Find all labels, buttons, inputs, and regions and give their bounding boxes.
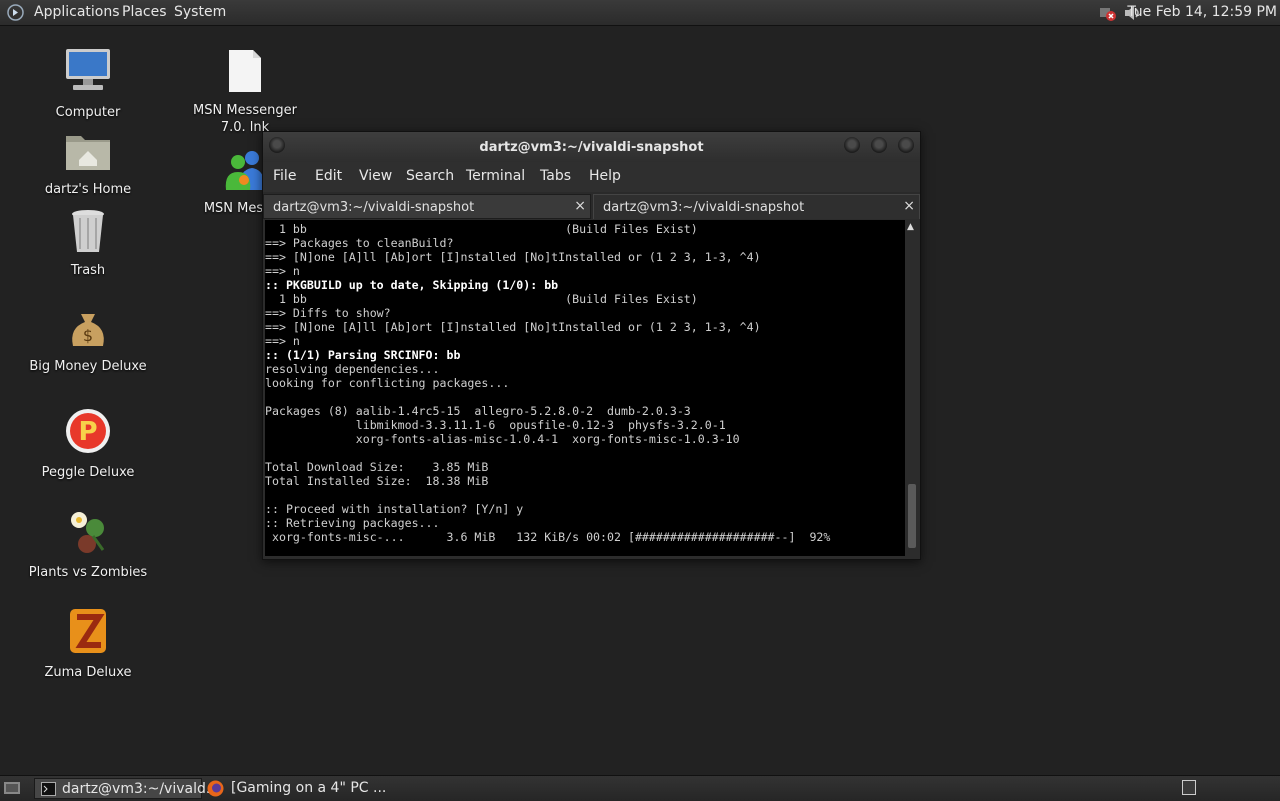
close-icon[interactable]: × (574, 198, 586, 214)
terminal-line: ==> [N]one [A]ll [Ab]ort [I]nstalled [No… (265, 250, 761, 264)
window-titlebar[interactable]: dartz@vm3:~/vivaldi-snapshot (263, 132, 920, 162)
terminal-line: xorg-fonts-alias-misc-1.0.4-1 xorg-fonts… (265, 432, 740, 446)
window-title: dartz@vm3:~/vivaldi-snapshot (479, 140, 704, 155)
clock[interactable]: Tue Feb 14, 12:59 PM (1127, 4, 1277, 20)
terminal-line: :: Retrieving packages... (265, 516, 440, 530)
terminal-line: Total Download Size: 3.85 MiB (265, 460, 489, 474)
terminal-line: ==> n (265, 334, 300, 348)
show-desktop-icon[interactable] (3, 780, 21, 796)
firefox-icon (207, 780, 224, 797)
tab-1[interactable]: dartz@vm3:~/vivaldi-snapshot × (263, 194, 591, 219)
terminal-line: :: (1/1) Parsing SRCINFO: bb (265, 348, 461, 362)
terminal-line: xorg-fonts-misc-... 3.6 MiB 132 KiB/s 00… (265, 530, 831, 544)
desktop-icon-zuma[interactable]: Zuma Deluxe (24, 606, 152, 681)
menu-view[interactable]: View (359, 168, 392, 184)
close-icon[interactable]: × (903, 198, 915, 214)
terminal-line: 1 bb (Build Files Exist) (265, 292, 698, 306)
places-menu[interactable]: Places (122, 4, 167, 20)
desktop-icon-label: dartz's Home (44, 182, 132, 197)
desktop-icon-label: Big Money Deluxe (29, 359, 147, 374)
plants-vs-zombies-icon (71, 512, 105, 553)
computer-icon (66, 49, 110, 90)
terminal-icon (41, 782, 56, 796)
desktop-icon-label: Zuma Deluxe (44, 665, 132, 680)
desktop-icon-msn-lnk[interactable]: MSN Messenger 7.0. lnk (181, 48, 309, 136)
menu-tabs[interactable]: Tabs (540, 168, 571, 184)
terminal-line: :: Proceed with installation? [Y/n] y (265, 502, 524, 516)
peggle-icon: P (66, 409, 110, 453)
taskbar-item-label: [Gaming on a 4" PC ... (231, 780, 387, 796)
network-tray-icon[interactable] (1097, 3, 1117, 23)
terminal-line: ==> n (265, 264, 300, 278)
tab-label: dartz@vm3:~/vivaldi-snapshot (603, 200, 805, 215)
trash-icon (72, 210, 104, 252)
system-menu[interactable]: System (174, 4, 226, 20)
taskbar-item-terminal[interactable]: dartz@vm3:~/vivald... (34, 778, 219, 799)
terminal-line: looking for conflicting packages... (265, 376, 510, 390)
menu-help[interactable]: Help (589, 168, 621, 184)
maximize-button[interactable] (871, 137, 887, 153)
desktop-icon-label: Trash (70, 263, 106, 278)
scroll-up-arrow-icon[interactable]: ▲ (907, 222, 914, 232)
home-folder-icon (66, 136, 110, 170)
terminal-line: Total Installed Size: 18.38 MiB (265, 474, 489, 488)
workspace-switcher[interactable] (1182, 780, 1196, 795)
terminal-window[interactable]: dartz@vm3:~/vivaldi-snapshot File Edit V… (262, 131, 921, 560)
tab-label: dartz@vm3:~/vivaldi-snapshot (273, 200, 475, 215)
terminal-line: ==> [N]one [A]ll [Ab]ort [I]nstalled [No… (265, 320, 761, 334)
scrollbar-thumb[interactable] (908, 484, 916, 548)
terminal-line: libmikmod-3.3.11.1-6 opusfile-0.12-3 phy… (265, 418, 726, 432)
terminal-lines: 1 bb (Build Files Exist) ==> Packages to … (265, 220, 905, 544)
menu-terminal[interactable]: Terminal (466, 168, 525, 184)
desktop-icon-label: Plants vs Zombies (28, 565, 148, 580)
svg-text:P: P (78, 417, 97, 447)
svg-text:$: $ (83, 326, 93, 345)
taskbar-item-firefox[interactable]: [Gaming on a 4" PC ... (204, 778, 394, 799)
terminal-line: ==> Diffs to show? (265, 306, 391, 320)
desktop-icon-peggle[interactable]: P Peggle Deluxe (24, 406, 152, 481)
desktop-icon-label: Peggle Deluxe (41, 465, 135, 480)
desktop-icon-computer[interactable]: Computer (24, 46, 152, 121)
desktop-icon-label: Computer (55, 105, 121, 120)
scrollbar[interactable]: ▲ (906, 220, 918, 556)
terminal-line: :: PKGBUILD up to date, Skipping (1/0): … (265, 278, 559, 292)
terminal-line: Packages (8) aalib-1.4rc5-15 allegro-5.2… (265, 404, 691, 418)
desktop-icon-trash[interactable]: Trash (24, 208, 152, 279)
applications-menu[interactable]: Applications (34, 4, 120, 20)
terminal-output[interactable]: 1 bb (Build Files Exist) ==> Packages to … (265, 220, 905, 556)
taskbar-item-label: dartz@vm3:~/vivald... (62, 781, 220, 797)
terminal-line: resolving dependencies... (265, 362, 440, 376)
menu-file[interactable]: File (273, 168, 296, 184)
menu-search[interactable]: Search (406, 168, 454, 184)
desktop-icon-home[interactable]: dartz's Home (24, 128, 152, 198)
zuma-icon (70, 609, 106, 653)
money-bag-icon: $ (72, 314, 104, 346)
gnome-foot-icon[interactable] (7, 4, 24, 21)
desktop-icon-big-money[interactable]: $ Big Money Deluxe (24, 310, 152, 375)
tab-2[interactable]: dartz@vm3:~/vivaldi-snapshot × (593, 194, 920, 219)
close-button[interactable] (898, 137, 914, 153)
desktop-icon-pvz[interactable]: Plants vs Zombies (24, 506, 152, 581)
menu-edit[interactable]: Edit (315, 168, 342, 184)
bottom-panel: dartz@vm3:~/vivald... [Gaming on a 4" PC… (0, 775, 1280, 801)
top-panel: Applications Places System Tue Feb 14, 1… (0, 0, 1280, 26)
minimize-button[interactable] (844, 137, 860, 153)
tab-bar: dartz@vm3:~/vivaldi-snapshot × dartz@vm3… (263, 192, 920, 219)
file-icon (229, 50, 261, 92)
menubar: File Edit View Search Terminal Tabs Help (263, 162, 920, 192)
terminal-line: 1 bb (Build Files Exist) (265, 222, 698, 236)
terminal-line: ==> Packages to cleanBuild? (265, 236, 454, 250)
